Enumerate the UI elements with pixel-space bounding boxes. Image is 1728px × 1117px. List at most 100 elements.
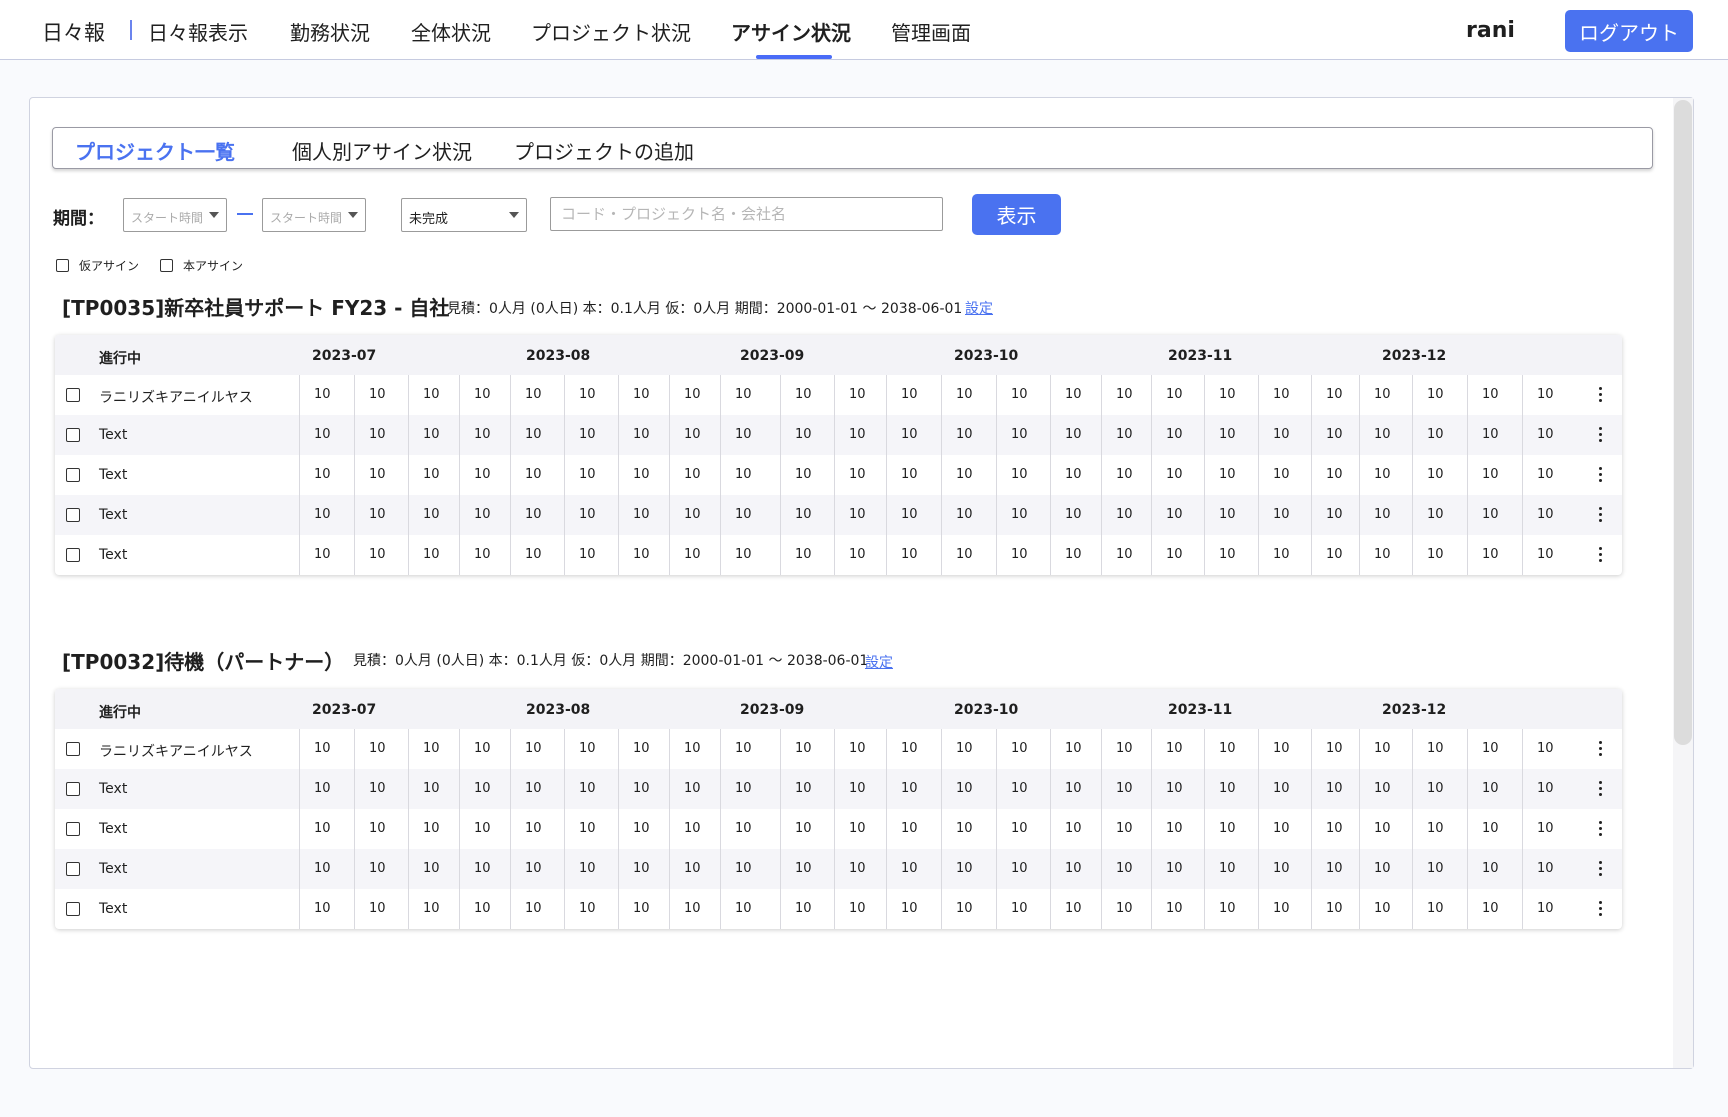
assign-cell[interactable]: 10	[299, 495, 354, 535]
assign-cell[interactable]: 10	[459, 455, 510, 495]
assign-cell[interactable]: 10	[1359, 729, 1412, 769]
assign-cell[interactable]: 10	[1412, 495, 1467, 535]
assign-cell[interactable]: 10	[1204, 455, 1258, 495]
assign-cell[interactable]: 10	[459, 889, 510, 929]
row-checkbox[interactable]	[66, 822, 80, 836]
assign-cell[interactable]: 10	[941, 535, 996, 575]
assign-cell[interactable]: 10	[1412, 809, 1467, 849]
assign-cell[interactable]: 10	[780, 375, 834, 415]
assign-cell[interactable]: 10	[720, 495, 780, 535]
assign-cell[interactable]: 10	[1258, 769, 1311, 809]
assign-cell[interactable]: 10	[720, 889, 780, 929]
assign-cell[interactable]: 10	[354, 375, 408, 415]
more-vert-icon[interactable]	[1599, 821, 1603, 837]
assign-cell[interactable]: 10	[1467, 769, 1522, 809]
nav-daily-report-view[interactable]: 日々報表示	[148, 17, 248, 46]
assign-cell[interactable]: 10	[1151, 495, 1204, 535]
assign-cell[interactable]: 10	[1151, 729, 1204, 769]
assign-cell[interactable]: 10	[1101, 769, 1151, 809]
assign-cell[interactable]: 10	[1522, 455, 1572, 495]
assign-cell[interactable]: 10	[1050, 809, 1101, 849]
row-checkbox[interactable]	[66, 548, 80, 562]
assign-cell[interactable]: 10	[1151, 809, 1204, 849]
row-checkbox[interactable]	[66, 902, 80, 916]
assign-cell[interactable]: 10	[720, 849, 780, 889]
assign-cell[interactable]: 10	[1204, 769, 1258, 809]
assign-cell[interactable]: 10	[1522, 769, 1572, 809]
assign-cell[interactable]: 10	[510, 889, 564, 929]
assign-cell[interactable]: 10	[408, 889, 459, 929]
search-input[interactable]	[550, 197, 943, 231]
assign-cell[interactable]: 10	[510, 415, 564, 455]
assign-cell[interactable]: 10	[1522, 375, 1572, 415]
assign-cell[interactable]: 10	[996, 535, 1050, 575]
assign-cell[interactable]: 10	[834, 729, 886, 769]
assign-cell[interactable]: 10	[834, 769, 886, 809]
more-vert-icon[interactable]	[1599, 507, 1603, 523]
assign-cell[interactable]: 10	[941, 809, 996, 849]
more-vert-icon[interactable]	[1599, 901, 1603, 917]
assign-cell[interactable]: 10	[669, 849, 720, 889]
assign-cell[interactable]: 10	[564, 535, 618, 575]
assign-cell[interactable]: 10	[354, 455, 408, 495]
assign-cell[interactable]: 10	[1467, 495, 1522, 535]
assign-cell[interactable]: 10	[1101, 455, 1151, 495]
assign-cell[interactable]: 10	[669, 809, 720, 849]
assign-cell[interactable]: 10	[510, 769, 564, 809]
assign-cell[interactable]: 10	[510, 455, 564, 495]
assign-cell[interactable]: 10	[408, 849, 459, 889]
assign-cell[interactable]: 10	[618, 375, 669, 415]
project-settings-link[interactable]: 設定	[865, 652, 893, 672]
assign-cell[interactable]: 10	[299, 535, 354, 575]
assign-cell[interactable]: 10	[1050, 849, 1101, 889]
assign-cell[interactable]: 10	[510, 375, 564, 415]
assign-cell[interactable]: 10	[1467, 415, 1522, 455]
assign-cell[interactable]: 10	[1412, 375, 1467, 415]
assign-cell[interactable]: 10	[354, 535, 408, 575]
assign-cell[interactable]: 10	[669, 495, 720, 535]
assign-cell[interactable]: 10	[1412, 849, 1467, 889]
assign-cell[interactable]: 10	[1359, 769, 1412, 809]
assign-cell[interactable]: 10	[1522, 495, 1572, 535]
assign-cell[interactable]: 10	[299, 849, 354, 889]
tab-individual-assign[interactable]: 個人別アサイン状況	[292, 136, 472, 165]
assign-cell[interactable]: 10	[299, 809, 354, 849]
assign-cell[interactable]: 10	[780, 535, 834, 575]
assign-cell[interactable]: 10	[1151, 375, 1204, 415]
assign-cell[interactable]: 10	[510, 809, 564, 849]
assign-cell[interactable]: 10	[941, 729, 996, 769]
assign-cell[interactable]: 10	[1522, 729, 1572, 769]
provisional-assign-checkbox[interactable]	[56, 259, 69, 272]
nav-attendance[interactable]: 勤務状況	[290, 17, 370, 46]
assign-cell[interactable]: 10	[996, 769, 1050, 809]
assign-cell[interactable]: 10	[1101, 375, 1151, 415]
assign-cell[interactable]: 10	[886, 729, 941, 769]
assign-cell[interactable]: 10	[408, 375, 459, 415]
assign-cell[interactable]: 10	[996, 415, 1050, 455]
nav-project-status[interactable]: プロジェクト状況	[531, 17, 691, 46]
assign-cell[interactable]: 10	[886, 535, 941, 575]
more-vert-icon[interactable]	[1599, 861, 1603, 877]
status-select[interactable]: 未完成	[401, 198, 527, 232]
assign-cell[interactable]: 10	[1412, 729, 1467, 769]
assign-cell[interactable]: 10	[1412, 455, 1467, 495]
assign-cell[interactable]: 10	[510, 495, 564, 535]
assign-cell[interactable]: 10	[834, 455, 886, 495]
assign-cell[interactable]: 10	[1101, 495, 1151, 535]
assign-cell[interactable]: 10	[1412, 889, 1467, 929]
assign-cell[interactable]: 10	[459, 375, 510, 415]
assign-cell[interactable]: 10	[1151, 415, 1204, 455]
assign-cell[interactable]: 10	[1258, 415, 1311, 455]
assign-cell[interactable]: 10	[1467, 535, 1522, 575]
assign-cell[interactable]: 10	[618, 455, 669, 495]
project-settings-link[interactable]: 設定	[965, 298, 993, 318]
assign-cell[interactable]: 10	[1101, 415, 1151, 455]
assign-cell[interactable]: 10	[510, 729, 564, 769]
assign-cell[interactable]: 10	[1151, 889, 1204, 929]
assign-cell[interactable]: 10	[618, 849, 669, 889]
assign-cell[interactable]: 10	[1522, 415, 1572, 455]
assign-cell[interactable]: 10	[1204, 889, 1258, 929]
assign-cell[interactable]: 10	[1101, 729, 1151, 769]
assign-cell[interactable]: 10	[1359, 375, 1412, 415]
assign-cell[interactable]: 10	[408, 415, 459, 455]
